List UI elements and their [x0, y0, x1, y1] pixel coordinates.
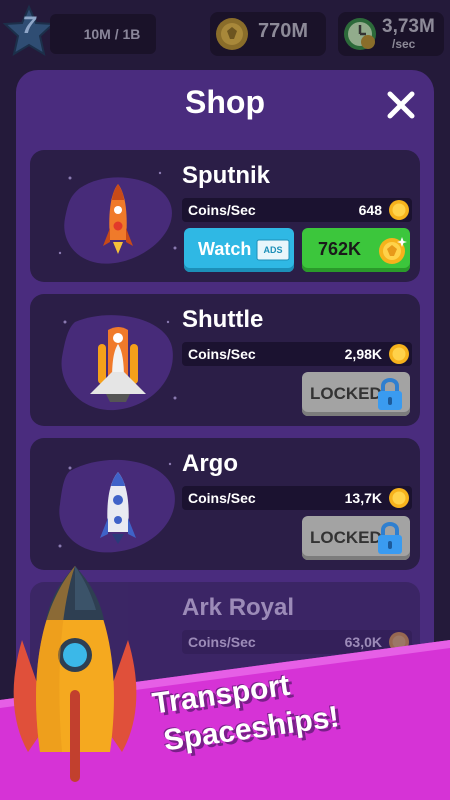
buy-button[interactable]: 762K — [302, 228, 410, 272]
top-hud: 7 10M / 1B 770M 3,73M /sec — [0, 0, 450, 70]
coin-icon — [389, 344, 409, 364]
coin-balance-value: 770M — [258, 20, 309, 42]
item-name: Sputnik — [182, 162, 270, 189]
level-progress: 10M / 1B — [50, 14, 156, 54]
stat-value: 63,0K — [344, 634, 382, 650]
coin-icon — [379, 237, 407, 264]
ads-label: ADS — [263, 245, 282, 255]
level-progress-text: 10M / 1B — [83, 26, 141, 42]
income-rate: 3,73M /sec — [338, 12, 444, 56]
coin-icon — [216, 18, 248, 50]
stat-value: 648 — [358, 202, 382, 218]
coin-balance: 770M — [210, 12, 326, 56]
coins-per-sec-row: Coins/Sec 13,7K — [182, 486, 412, 510]
stat-label: Coins/Sec — [188, 490, 256, 506]
income-rate-unit: /sec — [392, 37, 416, 51]
shuttle-rocket-icon — [61, 315, 177, 411]
lock-icon — [378, 378, 402, 410]
stat-value: 2,98K — [344, 346, 382, 362]
coins-per-sec-row: Coins/Sec 63,0K — [182, 630, 412, 654]
shop-title: Shop — [185, 84, 265, 120]
price-label: 762K — [318, 239, 362, 259]
coin-icon — [389, 200, 409, 220]
stat-label: Coins/Sec — [188, 346, 256, 362]
shop-item-argo: Argo Coins/Sec 13,7K LOCKED — [30, 438, 420, 570]
locked-button[interactable]: LOCKED — [302, 372, 410, 416]
sputnik-rocket-icon — [58, 171, 177, 264]
coins-per-sec-row: Coins/Sec 2,98K — [182, 342, 412, 366]
ads-ticket-icon: ADS — [256, 239, 290, 261]
watch-ad-button[interactable]: Watch ADS — [184, 228, 294, 272]
item-name: Ark Royal — [182, 594, 295, 621]
locked-button[interactable]: LOCKED — [302, 516, 410, 560]
item-name: Argo — [182, 450, 238, 477]
coin-icon — [389, 488, 409, 508]
locked-label: LOCKED — [310, 384, 382, 403]
argo-rocket-icon — [58, 459, 175, 553]
stat-label: Coins/Sec — [188, 202, 256, 218]
income-rate-value: 3,73M — [382, 16, 435, 37]
coins-per-sec-row: Coins/Sec 648 — [182, 198, 412, 222]
lock-icon — [378, 522, 402, 554]
shop-item-shuttle: Shuttle Coins/Sec 2,98K LOCKED — [30, 294, 420, 426]
stat-label: Coins/Sec — [188, 634, 256, 650]
stat-value: 13,7K — [344, 490, 382, 506]
clock-coin-icon — [344, 18, 376, 50]
item-name: Shuttle — [182, 306, 264, 333]
locked-label: LOCKED — [310, 528, 382, 547]
shop-item-sputnik: Sputnik Coins/Sec 648 Watch ADS 762K — [30, 150, 420, 282]
close-icon[interactable] — [386, 90, 416, 120]
watch-button-label: Watch — [198, 239, 252, 259]
